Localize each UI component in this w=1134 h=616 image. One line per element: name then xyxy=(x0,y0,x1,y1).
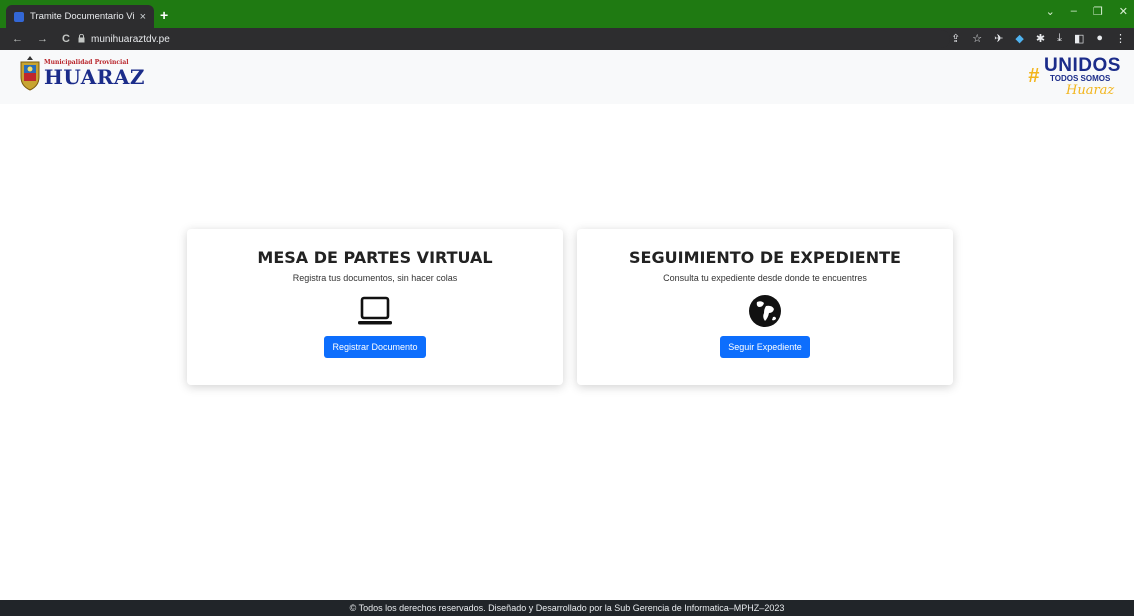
menu-icon[interactable]: ⋮ xyxy=(1115,32,1126,45)
municipality-logo[interactable]: Municipalidad Provincial HUARAZ xyxy=(18,55,145,91)
sidepanel-icon[interactable]: ◧ xyxy=(1074,32,1084,45)
crest-icon xyxy=(20,56,40,91)
url-text: munihuaraztdv.pe xyxy=(91,33,170,45)
extension-icon[interactable]: ◆ xyxy=(1015,32,1023,45)
tab-search-icon[interactable]: ⌄ xyxy=(1046,5,1055,18)
logo-title: HUARAZ xyxy=(44,65,145,89)
browser-toolbar-icons: ⇪ ☆ ✈ ◆ ✱ ⤓ ◧ ● ⋮ xyxy=(951,32,1126,45)
browser-tab-bar: Tramite Documentario Virtual × + ⌄ – ❐ ✕ xyxy=(0,0,1134,28)
card-title: MESA DE PARTES VIRTUAL xyxy=(257,248,493,267)
lock-icon xyxy=(78,33,85,45)
mesa-de-partes-card: MESA DE PARTES VIRTUAL Registra tus docu… xyxy=(187,229,563,385)
browser-address-bar: ← → C munihuaraztdv.pe ⇪ ☆ ✈ ◆ ✱ ⤓ ◧ ● ⋮ xyxy=(0,28,1134,50)
extension-icon[interactable]: ✈ xyxy=(994,32,1003,45)
slogan-huaraz: Huaraz xyxy=(1066,83,1115,98)
footer-text: © Todos los derechos reservados. Diseñad… xyxy=(349,603,785,613)
site-favicon-icon xyxy=(14,11,24,22)
back-icon[interactable]: ← xyxy=(12,33,23,45)
puzzle-icon[interactable]: ✱ xyxy=(1036,32,1045,45)
nav-buttons: ← → C xyxy=(12,33,70,45)
laptop-icon xyxy=(358,296,392,325)
seguir-expediente-button[interactable]: Seguir Expediente xyxy=(720,336,810,358)
registrar-documento-button[interactable]: Registrar Documento xyxy=(324,336,426,358)
profile-icon[interactable]: ● xyxy=(1096,32,1103,45)
card-subtitle: Registra tus documentos, sin hacer colas xyxy=(292,273,458,283)
browser-tab[interactable]: Tramite Documentario Virtual × xyxy=(6,5,154,28)
close-window-icon[interactable]: ✕ xyxy=(1119,5,1128,18)
new-tab-button[interactable]: + xyxy=(160,7,168,23)
tab-title: Tramite Documentario Virtual xyxy=(30,11,134,22)
slogan-hash: # xyxy=(1028,65,1040,87)
tab-close-icon[interactable]: × xyxy=(140,11,146,23)
forward-icon[interactable]: → xyxy=(37,33,48,45)
card-subtitle: Consulta tu expediente desde donde te en… xyxy=(663,273,867,283)
card-title: SEGUIMIENTO DE EXPEDIENTE xyxy=(629,248,901,267)
window-controls: ⌄ – ❐ ✕ xyxy=(1046,5,1128,18)
star-icon[interactable]: ☆ xyxy=(972,32,982,45)
url-input[interactable]: munihuaraztdv.pe xyxy=(70,30,950,48)
minimize-icon[interactable]: – xyxy=(1071,5,1077,18)
download-icon[interactable]: ⤓ xyxy=(1057,32,1062,45)
seguimiento-expediente-card: SEGUIMIENTO DE EXPEDIENTE Consulta tu ex… xyxy=(577,229,953,385)
share-icon[interactable]: ⇪ xyxy=(951,32,960,45)
restore-icon[interactable]: ❐ xyxy=(1093,5,1103,18)
reload-icon[interactable]: C xyxy=(62,33,70,45)
globe-icon xyxy=(749,295,781,327)
unidos-slogan-logo: # UNIDOS TODOS SOMOS Huaraz xyxy=(1028,55,1120,101)
site-footer: © Todos los derechos reservados. Diseñad… xyxy=(0,600,1134,616)
site-header: Municipalidad Provincial HUARAZ # UNIDOS… xyxy=(0,50,1134,104)
slogan-todos: TODOS SOMOS xyxy=(1050,74,1111,83)
